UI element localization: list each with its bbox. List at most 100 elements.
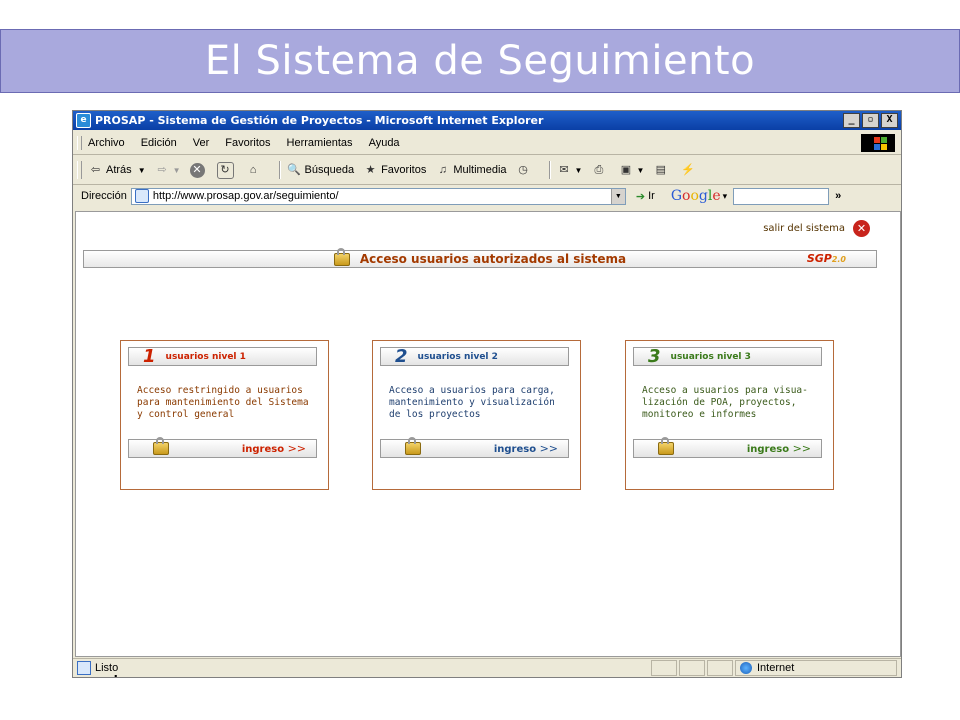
forward-dropdown-icon[interactable]: ▼ — [173, 166, 181, 175]
level-1-title: usuarios nivel 1 — [165, 351, 246, 362]
more-chevron-icon[interactable]: » — [835, 190, 841, 202]
go-label: Ir — [648, 190, 655, 202]
level-1-description: Acceso restringido a usuarios para mante… — [137, 385, 309, 420]
lock-icon — [658, 437, 674, 455]
back-button[interactable]: ⇦ Atrás ▼ — [88, 163, 146, 178]
menu-ayuda[interactable]: Ayuda — [369, 137, 400, 149]
refresh-button[interactable]: ↻ — [216, 161, 237, 179]
google-search-input[interactable] — [733, 187, 830, 205]
google-logo[interactable]: Google — [671, 188, 721, 204]
google-toolbar: Google ▾ » — [671, 187, 841, 205]
address-bar: Dirección http://www.prosap.gov.ar/segui… — [73, 185, 901, 207]
maximize-button[interactable]: ▫ — [862, 113, 879, 128]
mail-dropdown-icon[interactable]: ▼ — [575, 166, 583, 175]
mail-icon: ✉ — [559, 163, 569, 176]
standard-toolbar: ⇦ Atrás ▼ ⇨ ▼ ✕ ↻ ⌂ 🔍 Búsqueda ★ Favorit… — [73, 156, 901, 185]
menu-favoritos[interactable]: Favoritos — [225, 137, 270, 149]
level-1-login-button[interactable]: ingreso >> — [128, 437, 317, 458]
status-bar: Listo Internet — [73, 658, 901, 677]
address-field[interactable]: http://www.prosap.gov.ar/seguimiento/ ▼ — [130, 187, 626, 205]
logout-link[interactable]: salir del sistema ✕ — [763, 220, 870, 237]
search-button[interactable]: 🔍 Búsqueda — [287, 163, 355, 178]
home-button[interactable]: ⌂ — [246, 163, 264, 178]
edit-icon: ▣ — [620, 163, 632, 176]
search-icon: 🔍 — [287, 163, 301, 176]
history-button[interactable]: ◷ — [516, 163, 534, 178]
level-3-login-button[interactable]: ingreso >> — [633, 437, 822, 458]
discuss-icon: ▤ — [655, 163, 667, 176]
address-label: Dirección — [81, 190, 127, 202]
level-3-arrow: >> — [792, 442, 811, 455]
level-2-arrow: >> — [539, 442, 558, 455]
address-url[interactable]: http://www.prosap.gov.ar/seguimiento/ — [153, 190, 611, 202]
multimedia-button[interactable]: ♫ Multimedia — [435, 163, 507, 178]
level-3-description: Acceso a usuarios para visua- lización d… — [642, 385, 808, 420]
print-button[interactable]: ⎙ — [591, 163, 609, 178]
stop-button[interactable]: ✕ — [189, 162, 208, 178]
google-menu-arrow-icon[interactable]: ▾ — [723, 191, 728, 202]
level-1-number: 1 — [143, 346, 156, 367]
mail-button[interactable]: ✉ ▼ — [557, 163, 583, 178]
browser-window: e PROSAP - Sistema de Gestión de Proyect… — [72, 110, 902, 678]
level-1-panel: 1 usuarios nivel 1 Acceso restringido a … — [120, 340, 329, 490]
close-window-button[interactable]: X — [881, 113, 898, 128]
toolbar-separator — [548, 161, 551, 179]
lock-icon — [333, 247, 350, 266]
toolbar-grip[interactable] — [77, 161, 82, 179]
internet-globe-icon — [740, 662, 752, 674]
forward-button[interactable]: ⇨ ▼ — [155, 163, 181, 178]
back-arrow-icon: ⇦ — [90, 163, 101, 176]
level-2-description: Acceso a usuarios para carga, mantenimie… — [389, 385, 555, 420]
favorites-button[interactable]: ★ Favoritos — [363, 163, 427, 178]
level-2-login-button[interactable]: ingreso >> — [380, 437, 569, 458]
web-page-content: salir del sistema ✕ Acceso usuarios auto… — [75, 211, 901, 677]
level-2-panel: 2 usuarios nivel 2 Acceso a usuarios par… — [372, 340, 581, 490]
print-icon: ⎙ — [594, 163, 604, 176]
sgp-logo: SGP2.0 — [807, 252, 846, 265]
minimize-button[interactable]: _ — [843, 113, 860, 128]
go-arrow-icon: ➔ — [635, 190, 646, 203]
level-1-login-label: ingreso — [241, 444, 285, 455]
messenger-button[interactable]: ⚡ — [680, 163, 698, 178]
logout-close-icon[interactable]: ✕ — [853, 220, 870, 237]
window-title: PROSAP - Sistema de Gestión de Proyectos… — [95, 114, 544, 127]
search-label: Búsqueda — [304, 164, 355, 176]
zone-label: Internet — [757, 662, 795, 674]
menubar-grip[interactable] — [77, 136, 82, 150]
page-icon — [134, 189, 149, 203]
status-cell — [707, 660, 733, 676]
home-icon: ⌂ — [249, 163, 257, 176]
menu-edicion[interactable]: Edición — [141, 137, 177, 149]
status-page-icon — [77, 661, 91, 675]
forward-arrow-icon: ⇨ — [157, 163, 167, 176]
logout-label[interactable]: salir del sistema — [763, 223, 845, 234]
windows-logo-icon — [861, 134, 895, 152]
back-dropdown-icon[interactable]: ▼ — [138, 166, 146, 175]
go-button[interactable]: ➔ Ir — [636, 190, 655, 203]
menu-archivo[interactable]: Archivo — [88, 137, 125, 149]
sgp-logo-version: 2.0 — [831, 255, 846, 264]
level-2-number: 2 — [395, 346, 408, 367]
slide-title-banner: El Sistema de Seguimiento — [0, 29, 960, 93]
history-icon: ◷ — [518, 163, 528, 176]
menu-ver[interactable]: Ver — [193, 137, 210, 149]
level-3-panel: 3 usuarios nivel 3 Acceso a usuarios par… — [625, 340, 834, 490]
favorites-star-icon: ★ — [365, 163, 376, 176]
sgp-logo-main: SGP — [806, 252, 832, 265]
discuss-button[interactable]: ▤ — [653, 163, 671, 178]
menu-herramientas[interactable]: Herramientas — [287, 137, 353, 149]
edit-button[interactable]: ▣ ▼ — [618, 163, 645, 178]
multimedia-icon: ♫ — [438, 163, 447, 176]
level-1-arrow: >> — [287, 442, 306, 455]
address-dropdown-icon[interactable]: ▼ — [610, 188, 625, 204]
level-3-title: usuarios nivel 3 — [670, 351, 751, 362]
edit-dropdown-icon[interactable]: ▼ — [636, 166, 644, 175]
menu-bar: Archivo Edición Ver Favoritos Herramient… — [73, 132, 901, 155]
window-titlebar: e PROSAP - Sistema de Gestión de Proyect… — [73, 111, 901, 130]
lightning-icon: ⚡ — [681, 163, 695, 176]
security-zone[interactable]: Internet — [735, 660, 897, 676]
level-3-login-label: ingreso — [746, 444, 790, 455]
back-label: Atrás — [106, 164, 132, 176]
level-2-title: usuarios nivel 2 — [417, 351, 498, 362]
warning-exclamation-icon: ! — [113, 673, 118, 677]
